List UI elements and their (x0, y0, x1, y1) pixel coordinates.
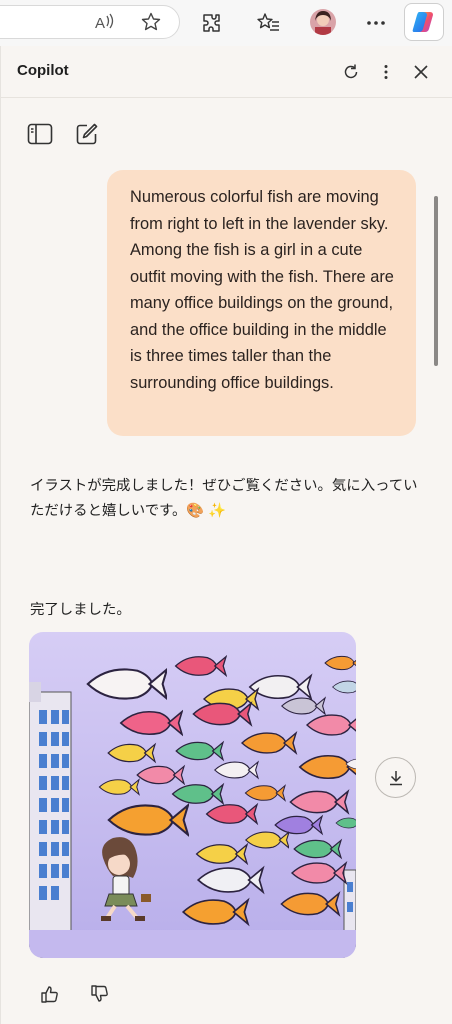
copilot-button[interactable] (404, 3, 444, 41)
close-icon[interactable] (409, 60, 433, 84)
more-vert-icon[interactable] (374, 60, 398, 84)
status-text: 完了しました。 (30, 602, 131, 618)
thumbs-down-icon[interactable] (88, 982, 112, 1006)
generated-image[interactable] (29, 632, 356, 958)
refresh-icon[interactable] (339, 60, 363, 84)
extensions-icon[interactable] (200, 11, 224, 35)
more-icon[interactable] (364, 11, 388, 35)
svg-text:A: A (95, 15, 105, 32)
favorite-star-icon[interactable] (140, 11, 162, 33)
scrollbar[interactable] (434, 196, 438, 366)
browser-toolbar: A (0, 0, 452, 46)
thumbs-up-icon[interactable] (38, 982, 62, 1006)
download-button[interactable] (375, 757, 416, 798)
profile-avatar[interactable] (310, 9, 336, 35)
download-icon (389, 770, 402, 785)
panel-title: Copilot (17, 62, 69, 79)
panel-header: Copilot (1, 46, 452, 98)
copilot-icon (412, 12, 433, 32)
user-message: Numerous colorful fish are moving from r… (107, 170, 416, 436)
read-aloud-icon[interactable]: A (94, 12, 116, 32)
favorites-icon[interactable] (257, 11, 281, 35)
new-chat-icon[interactable] (73, 120, 101, 148)
sidebar-icon[interactable] (26, 120, 54, 148)
assistant-reply: イラストが完成しました！ぜひご覧ください。気に入っていただけると嬉しいです。🎨 … (30, 478, 418, 519)
